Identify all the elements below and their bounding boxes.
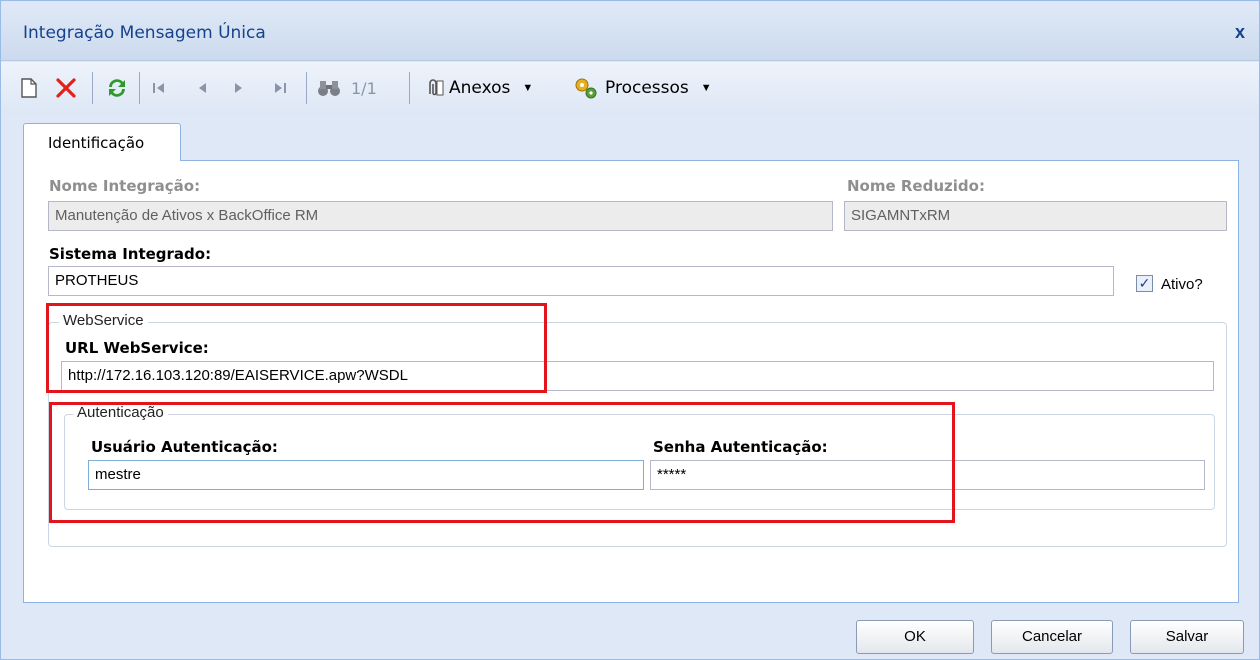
new-record-icon[interactable] bbox=[21, 62, 37, 114]
attachments-menu[interactable]: Anexos ▼ bbox=[423, 62, 533, 114]
chevron-down-icon: ▼ bbox=[700, 82, 712, 94]
cancel-button[interactable]: Cancelar bbox=[991, 620, 1113, 654]
gears-icon bbox=[573, 76, 599, 100]
last-record-icon[interactable] bbox=[272, 62, 288, 114]
nome-integracao-label: Nome Integração: bbox=[49, 177, 201, 195]
delete-icon[interactable] bbox=[55, 62, 77, 114]
toolbar-separator bbox=[409, 72, 410, 104]
previous-record-icon[interactable] bbox=[196, 62, 208, 114]
tab-label: Identificação bbox=[48, 134, 145, 152]
autenticacao-highlight bbox=[49, 402, 955, 523]
nome-integracao-field[interactable]: Manutenção de Ativos x BackOffice RM bbox=[48, 201, 833, 231]
toolbar: 1/1 Anexos ▼ Processos ▼ bbox=[1, 62, 1259, 114]
ok-button[interactable]: OK bbox=[856, 620, 974, 654]
ativo-checkbox[interactable]: ✓ bbox=[1136, 275, 1153, 292]
toolbar-separator bbox=[139, 72, 140, 104]
window-title: Integração Mensagem Única bbox=[23, 23, 266, 43]
refresh-icon[interactable] bbox=[105, 62, 129, 114]
toolbar-separator bbox=[306, 72, 307, 104]
binoculars-icon[interactable] bbox=[317, 62, 341, 114]
webservice-highlight bbox=[46, 303, 547, 393]
next-record-icon[interactable] bbox=[233, 62, 245, 114]
attachments-label: Anexos bbox=[449, 78, 511, 98]
processes-menu[interactable]: Processos ▼ bbox=[573, 62, 712, 114]
dialog-window: Integração Mensagem Única x 1/1 Anexos ▼… bbox=[0, 0, 1260, 660]
title-bar: Integração Mensagem Única x bbox=[1, 9, 1259, 61]
sistema-integrado-label: Sistema Integrado: bbox=[49, 245, 212, 263]
record-counter: 1/1 bbox=[351, 78, 377, 98]
tab-identificacao[interactable]: Identificação bbox=[23, 123, 181, 161]
processes-label: Processos bbox=[605, 78, 689, 98]
chevron-down-icon: ▼ bbox=[522, 82, 534, 94]
sistema-integrado-field[interactable]: PROTHEUS bbox=[48, 266, 1114, 296]
ativo-label: Ativo? bbox=[1161, 276, 1203, 293]
nome-reduzido-label: Nome Reduzido: bbox=[847, 177, 985, 195]
save-button[interactable]: Salvar bbox=[1130, 620, 1244, 654]
paperclip-icon bbox=[423, 77, 445, 99]
first-record-icon[interactable] bbox=[151, 62, 167, 114]
toolbar-separator bbox=[92, 72, 93, 104]
nome-reduzido-field[interactable]: SIGAMNTxRM bbox=[844, 201, 1227, 231]
close-icon[interactable]: x bbox=[1235, 22, 1245, 43]
